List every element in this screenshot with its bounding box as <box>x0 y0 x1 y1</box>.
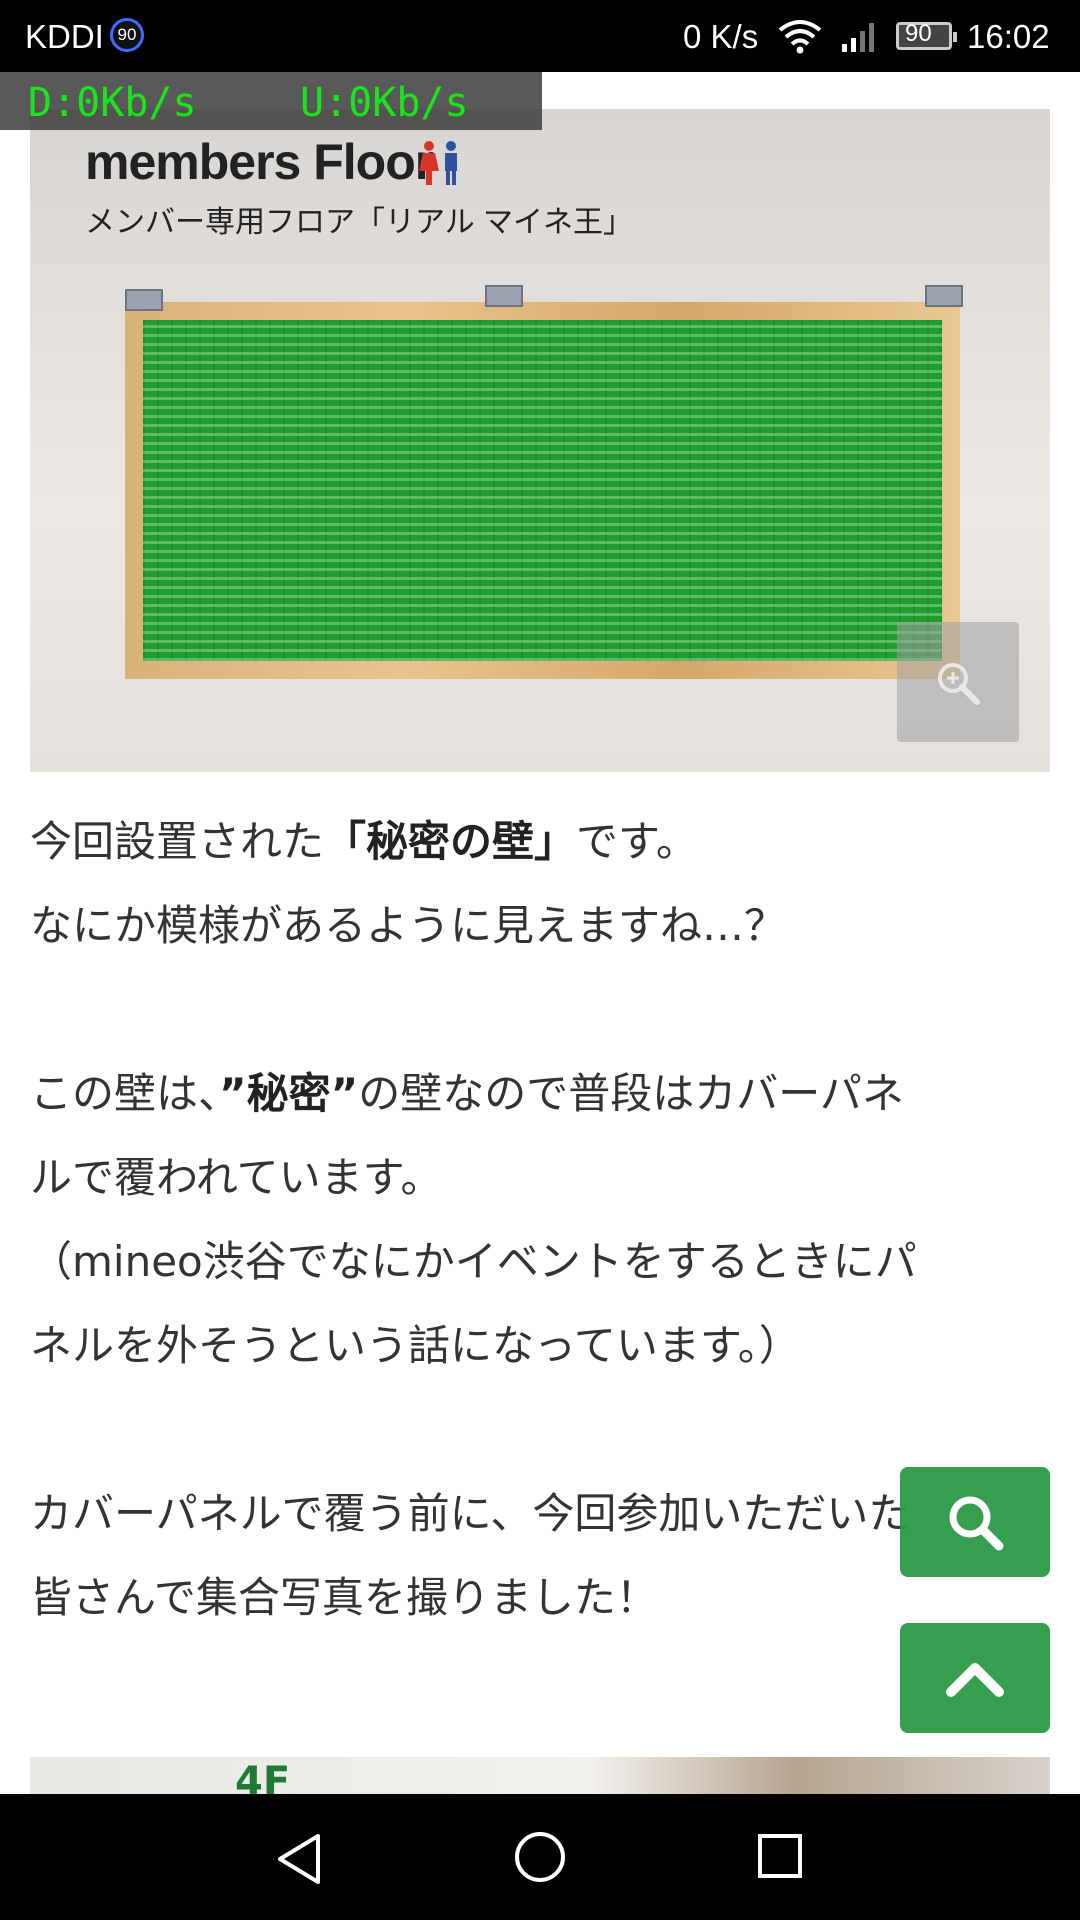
download-speed: D:0Kb/s <box>28 80 197 126</box>
sign-title: members Floor <box>85 134 434 190</box>
paragraph-line: この壁は、”秘密”の壁なので普段はカバーパネ <box>30 1052 1050 1136</box>
paragraph-line: ネルを外そうという話になっています。） <box>30 1321 801 1370</box>
emphasis-text: 「秘密の壁」 <box>324 817 577 866</box>
text-run: この壁は、 <box>30 1069 220 1118</box>
next-article-photo[interactable]: 4F <box>30 1757 1050 1794</box>
upload-speed: U:0Kb/s <box>300 80 469 126</box>
back-icon[interactable] <box>274 1832 324 1886</box>
carrier-badge: 90 <box>110 18 144 52</box>
zoom-in-icon <box>938 663 980 705</box>
paragraph-line: （mineo渋谷でなにかイベントをするときにパ <box>30 1237 917 1286</box>
frame-clip <box>485 285 523 307</box>
carrier-name: KDDI <box>25 18 104 55</box>
frame-clip <box>925 285 963 307</box>
green-name-board <box>143 320 942 661</box>
scroll-to-top-button[interactable] <box>900 1623 1050 1733</box>
article-photo[interactable]: members Floor メンバー専用フロア「リアル マイネ王」 <box>30 109 1050 772</box>
navigation-bar <box>0 1794 1080 1920</box>
frame-clip <box>125 289 163 311</box>
zoom-button[interactable] <box>897 622 1019 742</box>
wooden-frame <box>125 302 960 679</box>
paragraph-line: 皆さんで集合写真を撮りました！ <box>30 1573 658 1622</box>
sign-subtitle: メンバー専用フロア「リアル マイネ王」 <box>85 206 634 239</box>
paragraph-line: なにか模様があるように見えますね…？ <box>30 901 787 950</box>
home-icon[interactable] <box>513 1830 567 1884</box>
speed-overlay: D:0Kb/s U:0Kb/s <box>0 72 542 130</box>
text-run: の壁なので普段はカバーパネ <box>358 1069 904 1118</box>
chevron-up-icon <box>946 1663 1004 1697</box>
search-icon <box>949 1496 1004 1551</box>
wifi-icon <box>778 20 822 54</box>
recent-apps-icon[interactable] <box>757 1833 803 1879</box>
clock: 16:02 <box>967 18 1050 55</box>
text-run: 今回設置された <box>30 817 325 866</box>
emphasis-text: ”秘密” <box>219 1069 359 1118</box>
restroom-figures-icon <box>419 141 457 185</box>
text-run: です。 <box>576 817 698 866</box>
battery-level: 90 <box>905 20 932 47</box>
signal-icon <box>842 23 874 52</box>
search-button[interactable] <box>900 1467 1050 1577</box>
paragraph-line: 今回設置された「秘密の壁」です。 <box>30 800 1050 884</box>
network-speed: 0 K/s <box>683 18 759 55</box>
floor-sign-label: 4F <box>235 1759 291 1794</box>
paragraph-line: カバーパネルで覆う前に、今回参加いただいた <box>30 1489 911 1538</box>
status-bar: KDDI 90 0 K/s 90 16:02 <box>0 0 1080 72</box>
paragraph-line: ルで覆われています。 <box>30 1153 443 1202</box>
